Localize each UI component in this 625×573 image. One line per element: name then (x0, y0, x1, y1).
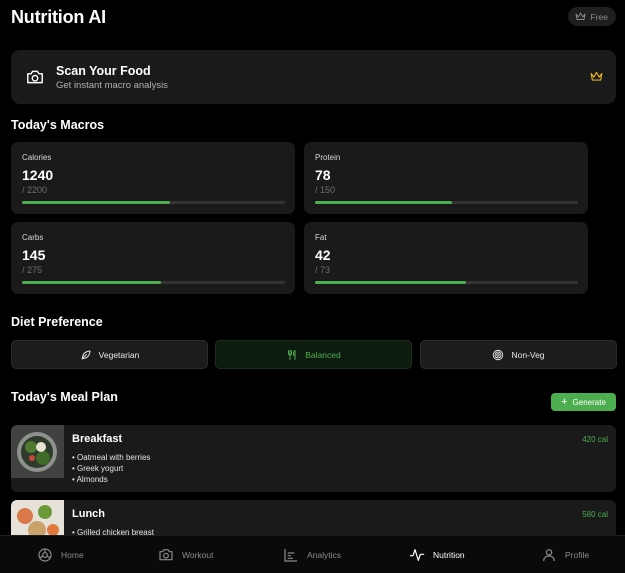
target-icon (493, 349, 504, 360)
macro-label: Fat (315, 233, 327, 242)
meal-items-list: Oatmeal with berries Greek yogurt Almond… (72, 452, 151, 485)
macro-value: 1240 (22, 167, 54, 183)
macro-card-calories: Calories 1240 / 2200 (11, 142, 295, 214)
plus-icon: + (561, 395, 568, 408)
nav-label: Home (61, 550, 84, 560)
user-icon (543, 549, 555, 562)
nav-label: Analytics (307, 550, 342, 560)
macros-section-title: Today's Macros (11, 118, 105, 132)
macro-progress-fill (315, 201, 452, 204)
macro-progress-track (22, 201, 285, 204)
meal-calories: 580 cal (582, 510, 608, 519)
macro-card-carbs: Carbs 145 / 275 (11, 222, 295, 294)
macro-goal: / 2200 (22, 185, 48, 195)
meal-items-list: Grilled chicken breast (72, 527, 154, 535)
macro-progress-track (315, 281, 578, 284)
nav-item-nutrition[interactable]: Nutrition (409, 536, 465, 573)
free-plan-badge[interactable]: Free (567, 7, 616, 26)
meal-calories: 420 cal (582, 435, 608, 444)
macro-goal: / 73 (315, 265, 331, 275)
macro-progress-fill (22, 281, 161, 284)
macro-goal: / 150 (315, 185, 336, 195)
header: Nutrition AI Free (11, 6, 616, 28)
diet-option-balanced[interactable]: Balanced (215, 340, 412, 369)
diet-section-title: Diet Preference (11, 315, 103, 329)
meal-name: Breakfast (72, 433, 123, 445)
macro-card-protein: Protein 78 / 150 (304, 142, 588, 214)
macro-value: 78 (315, 167, 331, 183)
breakfast-food-image (11, 425, 64, 478)
crown-icon (575, 12, 585, 20)
nav-label: Profile (565, 550, 590, 560)
meal-name: Lunch (72, 508, 105, 520)
macro-progress-fill (22, 201, 171, 204)
generate-button[interactable]: + Generate (551, 393, 616, 411)
premium-crown-icon (590, 71, 603, 81)
free-badge-label: Free (590, 11, 608, 22)
diet-option-non-veg[interactable]: Non-Veg (420, 340, 617, 369)
scan-subtitle: Get instant macro analysis (56, 80, 168, 91)
macro-label: Protein (315, 153, 341, 162)
macro-value: 42 (315, 247, 331, 263)
meal-plan-section-title: Today's Meal Plan (11, 390, 118, 404)
nav-item-workout[interactable]: Workout (158, 536, 214, 573)
app-title: Nutrition AI (11, 7, 106, 27)
utensils-icon (288, 349, 296, 360)
meal-item: Almonds (72, 474, 150, 485)
macro-progress-track (315, 201, 578, 204)
camera-icon (159, 549, 173, 561)
scan-title: Scan Your Food (56, 64, 151, 78)
diet-option-label: Vegetarian (98, 349, 140, 360)
meal-card-lunch[interactable]: Lunch 580 cal Grilled chicken breast (11, 500, 616, 535)
meal-item: Greek yogurt (72, 463, 150, 474)
activity-icon (409, 549, 425, 561)
diet-option-vegetarian[interactable]: Vegetarian (11, 340, 208, 369)
camera-icon (27, 70, 43, 84)
macro-label: Carbs (22, 233, 44, 242)
lunch-food-image (11, 500, 64, 535)
macro-progress-fill (315, 281, 467, 284)
diet-option-label: Balanced (305, 349, 341, 360)
scan-text: Scan Your Food Get instant macro analysi… (56, 63, 168, 91)
generate-label: Generate (572, 397, 606, 407)
nav-label: Workout (182, 550, 214, 560)
macro-card-fat: Fat 42 / 73 (304, 222, 588, 294)
macro-progress-track (22, 281, 285, 284)
nav-label: Nutrition (433, 550, 465, 560)
macro-value: 145 (22, 247, 46, 263)
nav-item-analytics[interactable]: Analytics (283, 536, 341, 573)
nav-item-home[interactable]: Home (37, 536, 84, 573)
macro-goal: / 275 (22, 265, 43, 275)
meal-card-breakfast[interactable]: Breakfast 420 cal Oatmeal with berries G… (11, 425, 616, 492)
bottom-nav: Home Workout Analytics Nutrition Profile (0, 535, 625, 573)
nav-item-profile[interactable]: Profile (541, 536, 589, 573)
meal-item: Grilled chicken breast (72, 527, 154, 535)
leaf-icon (81, 350, 91, 359)
home-icon (38, 548, 52, 562)
meal-item: Oatmeal with berries (72, 452, 150, 463)
macro-label: Calories (22, 153, 52, 162)
scan-food-card[interactable]: Scan Your Food Get instant macro analysi… (11, 50, 616, 104)
diet-option-label: Non-Veg (511, 349, 545, 360)
analytics-icon (284, 549, 297, 562)
